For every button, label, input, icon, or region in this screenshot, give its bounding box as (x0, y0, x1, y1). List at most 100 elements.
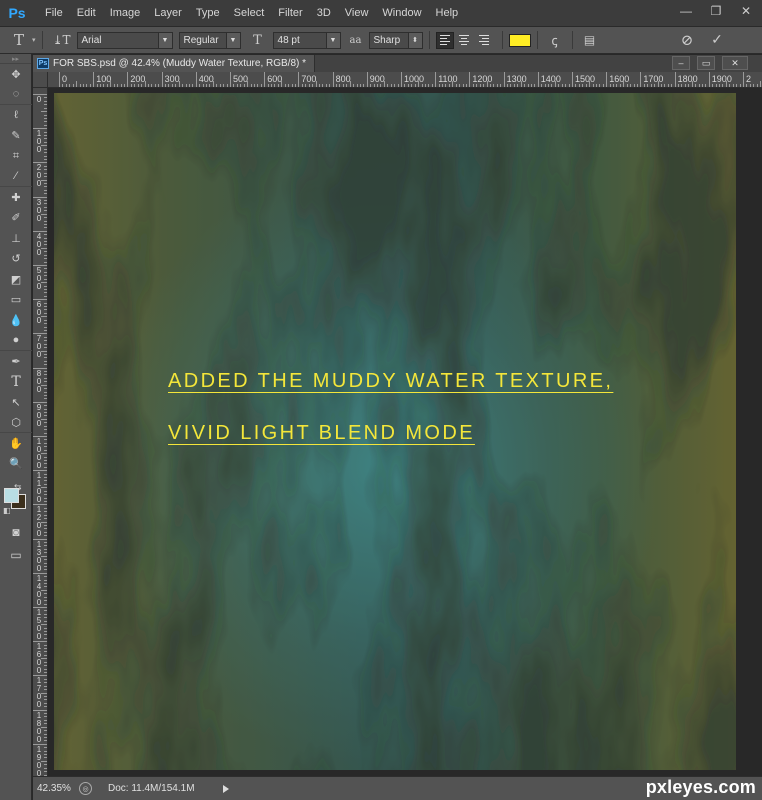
menu-file[interactable]: File (38, 0, 70, 27)
align-center-button[interactable] (456, 32, 474, 49)
ruler-minor-tick (233, 84, 235, 87)
menu-help[interactable]: Help (429, 0, 466, 27)
ruler-minor-tick (250, 84, 252, 87)
ruler-minor-tick (154, 84, 156, 87)
quick-mask-icon[interactable]: ◙ (0, 522, 32, 543)
align-right-button[interactable] (476, 32, 494, 49)
commit-icon[interactable]: ✓ (706, 32, 728, 48)
path-select-tool-icon[interactable]: ↖ (0, 392, 32, 413)
ruler-minor-tick (44, 545, 47, 547)
document-tab[interactable]: Ps FOR SBS.psd @ 42.4% (Muddy Water Text… (33, 55, 316, 72)
font-size-select[interactable]: 48 pt ▼ (272, 31, 341, 49)
zoom-tool-icon[interactable]: 🔍 (0, 454, 32, 475)
eraser-tool-icon[interactable]: ◩ (0, 269, 32, 290)
ruler-minor-tick (390, 84, 392, 87)
ruler-minor-tick (421, 84, 423, 87)
ruler-minor-tick (103, 84, 105, 87)
foreground-color-swatch[interactable] (4, 488, 19, 503)
type-tool-icon[interactable]: T (0, 372, 32, 393)
menu-type[interactable]: Type (189, 0, 227, 27)
menu-layer[interactable]: Layer (147, 0, 189, 27)
menu-bar: Ps File Edit Image Layer Type Select Fil… (0, 0, 762, 27)
preset-chevron-icon[interactable]: ▾ (32, 36, 36, 44)
panel-grip-icon[interactable]: ▸▸ (0, 54, 31, 64)
marquee-tool-icon[interactable]: ◌ (0, 85, 32, 105)
anti-alias-select[interactable]: Sharp ⬍ (368, 31, 423, 49)
ruler-minor-tick (44, 665, 47, 667)
ruler-minor-tick (455, 84, 457, 87)
text-orientation-icon[interactable]: ⤓T (49, 33, 75, 47)
zoom-level-field[interactable]: 42.35% (33, 781, 73, 796)
menu-image[interactable]: Image (103, 0, 148, 27)
ruler-minor-tick (44, 730, 47, 732)
ruler-minor-tick (44, 740, 47, 742)
character-panel-icon[interactable]: ▤ (579, 33, 601, 47)
canvas-area[interactable]: ADDED THE MUDDY WATER TEXTURE, VIVID LIG… (48, 88, 762, 776)
dodge-tool-icon[interactable]: ● (0, 331, 32, 351)
ruler-origin[interactable] (33, 72, 48, 88)
ruler-minor-tick (636, 84, 638, 87)
menu-window[interactable]: Window (375, 0, 428, 27)
font-style-select[interactable]: Regular ▼ (178, 31, 241, 49)
menu-edit[interactable]: Edit (70, 0, 103, 27)
ruler-minor-tick (418, 81, 420, 87)
blur-tool-icon[interactable]: 💧 (0, 310, 32, 331)
status-menu-arrow-icon[interactable] (222, 784, 229, 793)
horizontal-ruler[interactable]: 0 100 200 300 400 500 600 700 800 900 1000 1100 1200… (48, 72, 762, 88)
clone-stamp-tool-icon[interactable]: ⊥ (0, 228, 32, 249)
doc-close-button[interactable]: ✕ (722, 56, 748, 70)
menu-select[interactable]: Select (227, 0, 272, 27)
ruler-minor-tick (44, 319, 47, 321)
warp-text-icon[interactable]: ꞔ (544, 31, 566, 49)
eyedropper-tool-icon[interactable]: ⁄ (0, 167, 32, 187)
ruler-minor-tick (44, 654, 47, 656)
ruler-minor-tick (41, 316, 47, 318)
menu-view[interactable]: View (338, 0, 376, 27)
doc-restore-button[interactable]: ▭ (697, 56, 715, 70)
hand-tool-icon[interactable]: ✋ (0, 433, 32, 454)
menu-filter[interactable]: Filter (271, 0, 309, 27)
app-restore-button[interactable]: ❐ (702, 0, 730, 22)
screen-mode-icon[interactable]: ▭ (0, 545, 32, 566)
history-brush-tool-icon[interactable]: ↺ (0, 249, 32, 270)
font-family-select[interactable]: Arial ▼ (76, 31, 173, 49)
ruler-minor-tick (236, 84, 238, 87)
ruler-tick (708, 72, 710, 87)
gradient-tool-icon[interactable]: ▭ (0, 290, 32, 311)
ruler-minor-tick (41, 418, 47, 420)
canvas-text-line-2[interactable]: VIVID LIGHT BLEND MODE (168, 422, 475, 445)
ruler-label: 900 (369, 74, 385, 84)
doc-minimize-button[interactable]: – (672, 56, 690, 70)
status-info-icon[interactable]: ◎ (79, 782, 92, 795)
brush-tool-icon[interactable]: ✐ (0, 208, 32, 229)
cancel-icon[interactable]: ⊘ (676, 31, 698, 49)
app-minimize-button[interactable]: — (672, 0, 700, 22)
app-close-button[interactable]: ✕ (732, 0, 760, 22)
default-colors-icon[interactable]: ◧ (3, 506, 11, 515)
ruler-minor-tick (729, 84, 731, 87)
ruler-minor-tick (44, 723, 47, 725)
align-left-button[interactable] (435, 31, 454, 49)
ruler-label: 1500 (575, 74, 596, 84)
ruler-minor-tick (44, 169, 47, 171)
ruler-tick (674, 72, 676, 87)
vertical-ruler[interactable]: 0100200300400500600700800900100011001200… (33, 88, 48, 776)
quick-select-tool-icon[interactable]: ✎ (0, 126, 32, 147)
shape-tool-icon[interactable]: ⬡ (0, 413, 32, 433)
document-canvas[interactable]: ADDED THE MUDDY WATER TEXTURE, VIVID LIG… (54, 93, 736, 770)
canvas-text-line-1[interactable]: ADDED THE MUDDY WATER TEXTURE, (168, 370, 613, 393)
move-tool-icon[interactable]: ✥ (0, 64, 32, 85)
ruler-minor-tick (44, 275, 47, 277)
text-color-swatch[interactable] (508, 33, 531, 47)
ruler-minor-tick (44, 634, 47, 636)
lasso-tool-icon[interactable]: ℓ (0, 105, 32, 126)
ruler-minor-tick (209, 84, 211, 87)
menu-3d[interactable]: 3D (310, 0, 338, 27)
ruler-minor-tick (134, 84, 136, 87)
ruler-label: 100 (36, 129, 42, 155)
type-tool-preset-icon[interactable]: T (8, 31, 30, 49)
healing-brush-tool-icon[interactable]: ✚ (0, 187, 32, 208)
pen-tool-icon[interactable]: ✒ (0, 351, 32, 372)
ruler-minor-tick (346, 84, 348, 87)
crop-tool-icon[interactable]: ⌗ (0, 146, 32, 167)
